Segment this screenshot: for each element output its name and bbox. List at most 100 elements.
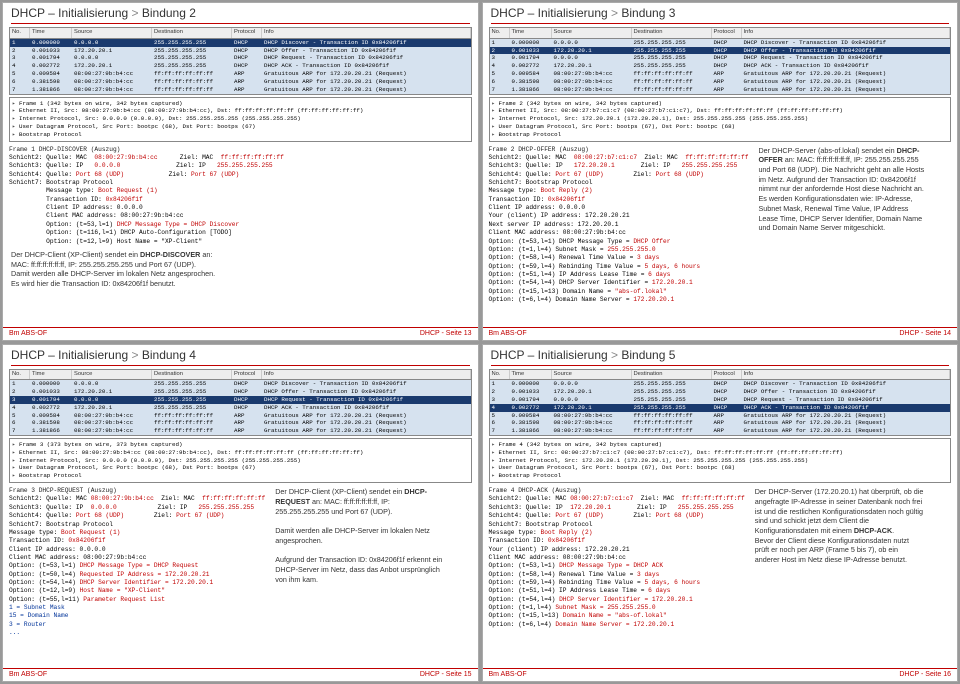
slide-13: DHCP – Initialisierung > Bindung 2 No.Tim… bbox=[2, 2, 479, 341]
frame-analysis: Frame 3 DHCP-REQUEST (Auszug)Schicht2: Q… bbox=[9, 487, 265, 637]
packet-row[interactable]: 60.38159808:00:27:9b:b4:ccff:ff:ff:ff:ff… bbox=[10, 78, 471, 86]
detail-line[interactable]: Ethernet II, Src: 08:00:27:9b:b4:cc (08:… bbox=[12, 107, 469, 115]
packet-row[interactable]: 40.002772172.20.20.1255.255.255.255DHCPD… bbox=[490, 404, 951, 412]
detail-line[interactable]: Internet Protocol, Src: 0.0.0.0 (0.0.0.0… bbox=[12, 457, 469, 465]
detail-line[interactable]: Ethernet II, Src: 08:00:27:b7:c1:c7 (08:… bbox=[492, 107, 949, 115]
packet-row[interactable]: 50.00958408:00:27:9b:b4:ccff:ff:ff:ff:ff… bbox=[10, 412, 471, 420]
detail-line[interactable]: User Datagram Protocol, Src Port: bootps… bbox=[492, 123, 949, 131]
description-text: Der DHCP-Client (XP-Client) sendet ein D… bbox=[11, 250, 470, 289]
packet-capture-table: No.TimeSourceDestinationProtocolInfo10.0… bbox=[489, 369, 952, 437]
packet-capture-table: No.TimeSourceDestinationProtocolInfo10.0… bbox=[489, 27, 952, 95]
packet-row[interactable]: 30.0017940.0.0.0255.255.255.255DHCPDHCP … bbox=[490, 396, 951, 404]
footer-left: Bm ABS-OF bbox=[489, 671, 527, 678]
column-header: Time bbox=[510, 28, 552, 38]
packet-row[interactable]: 40.002772172.20.20.1255.255.255.255DHCPD… bbox=[10, 404, 471, 412]
detail-line[interactable]: Ethernet II, Src: 08:00:27:9b:b4:cc (08:… bbox=[12, 449, 469, 457]
column-header: Info bbox=[262, 370, 471, 380]
packet-row[interactable]: 71.38186608:00:27:9b:b4:ccff:ff:ff:ff:ff… bbox=[10, 86, 471, 94]
footer-page-number: DHCP - Seite 14 bbox=[899, 330, 951, 337]
slide-title: DHCP – Initialisierung > Bindung 2 bbox=[3, 3, 478, 22]
column-header: Destination bbox=[632, 28, 712, 38]
packet-row[interactable]: 10.0000000.0.0.0255.255.255.255DHCPDHCP … bbox=[490, 380, 951, 388]
slide-footer: Bm ABS-OF DHCP - Seite 16 bbox=[483, 668, 958, 681]
packet-row[interactable]: 50.00958408:00:27:9b:b4:ccff:ff:ff:ff:ff… bbox=[10, 70, 471, 78]
packet-details: Frame 1 (342 bytes on wire, 342 bytes ca… bbox=[9, 97, 472, 142]
slide-footer: Bm ABS-OF DHCP - Seite 14 bbox=[483, 327, 958, 340]
detail-line[interactable]: User Datagram Protocol, Src Port: bootps… bbox=[492, 464, 949, 472]
packet-row[interactable]: 20.001033172.20.20.1255.255.255.255DHCPD… bbox=[490, 47, 951, 55]
packet-details: Frame 3 (373 bytes on wire, 373 bytes ca… bbox=[9, 438, 472, 483]
detail-line[interactable]: Bootstrap Protocol bbox=[12, 131, 469, 139]
column-header: Info bbox=[742, 28, 951, 38]
detail-line[interactable]: Internet Protocol, Src: 0.0.0.0 (0.0.0.0… bbox=[12, 115, 469, 123]
frame-analysis: Frame 1 DHCP-DISCOVER (Auszug)Schicht2: … bbox=[9, 146, 472, 246]
packet-row[interactable]: 40.002772172.20.20.1255.255.255.255DHCPD… bbox=[490, 62, 951, 70]
packet-row[interactable]: 71.38186608:00:27:9b:b4:ccff:ff:ff:ff:ff… bbox=[490, 427, 951, 435]
packet-row[interactable]: 20.001033172.20.20.1255.255.255.255DHCPD… bbox=[10, 388, 471, 396]
description-text: Der DHCP-Client (XP-Client) sendet ein D… bbox=[275, 487, 445, 637]
column-header: Protocol bbox=[712, 28, 742, 38]
packet-row[interactable]: 60.38159808:00:27:9b:b4:ccff:ff:ff:ff:ff… bbox=[10, 419, 471, 427]
packet-capture-table: No.TimeSourceDestinationProtocolInfo10.0… bbox=[9, 369, 472, 437]
detail-line[interactable]: User Datagram Protocol, Src Port: bootpc… bbox=[12, 464, 469, 472]
detail-line[interactable]: Internet Protocol, Src: 172.20.20.1 (172… bbox=[492, 115, 949, 123]
slide-title: DHCP – Initialisierung > Bindung 4 bbox=[3, 345, 478, 364]
detail-line[interactable]: Frame 1 (342 bytes on wire, 342 bytes ca… bbox=[12, 100, 469, 108]
packet-row[interactable]: 71.38186608:00:27:9b:b4:ccff:ff:ff:ff:ff… bbox=[10, 427, 471, 435]
column-header: Protocol bbox=[232, 370, 262, 380]
detail-line[interactable]: Frame 2 (342 bytes on wire, 342 bytes ca… bbox=[492, 100, 949, 108]
packet-row[interactable]: 50.00958408:00:27:9b:b4:ccff:ff:ff:ff:ff… bbox=[490, 70, 951, 78]
column-header: Destination bbox=[632, 370, 712, 380]
footer-left: Bm ABS-OF bbox=[9, 330, 47, 337]
column-header: Info bbox=[742, 370, 951, 380]
packet-row[interactable]: 40.002772172.20.20.1255.255.255.255DHCPD… bbox=[10, 62, 471, 70]
detail-line[interactable]: User Datagram Protocol, Src Port: bootpc… bbox=[12, 123, 469, 131]
footer-page-number: DHCP - Seite 16 bbox=[899, 671, 951, 678]
packet-row[interactable]: 20.001033172.20.20.1255.255.255.255DHCPD… bbox=[10, 47, 471, 55]
slide-title: DHCP – Initialisierung > Bindung 5 bbox=[483, 345, 958, 364]
slide-14: DHCP – Initialisierung > Bindung 3No.Tim… bbox=[482, 2, 959, 341]
packet-row[interactable]: 30.0017940.0.0.0255.255.255.255DHCPDHCP … bbox=[490, 54, 951, 62]
detail-line[interactable]: Frame 4 (342 bytes on wire, 342 bytes ca… bbox=[492, 441, 949, 449]
packet-row[interactable]: 10.0000000.0.0.0255.255.255.255DHCPDHCP … bbox=[10, 380, 471, 388]
packet-capture-table: No.TimeSourceDestinationProtocolInfo10.0… bbox=[9, 27, 472, 95]
footer-left: Bm ABS-OF bbox=[489, 330, 527, 337]
column-header: No. bbox=[10, 370, 30, 380]
slide-footer: Bm ABS-OFDHCP - Seite 13 bbox=[3, 327, 478, 340]
packet-row[interactable]: 30.0017940.0.0.0255.255.255.255DHCPDHCP … bbox=[10, 396, 471, 404]
detail-line[interactable]: Bootstrap Protocol bbox=[492, 131, 949, 139]
slide-15: DHCP – Initialisierung > Bindung 4 No.Tim… bbox=[2, 344, 479, 683]
packet-row[interactable]: 10.0000000.0.0.0255.255.255.255DHCPDHCP … bbox=[490, 39, 951, 47]
detail-line[interactable]: Internet Protocol, Src: 172.20.20.1 (172… bbox=[492, 457, 949, 465]
detail-line[interactable]: Frame 3 (373 bytes on wire, 373 bytes ca… bbox=[12, 441, 469, 449]
packet-row[interactable]: 20.001033172.20.20.1255.255.255.255DHCPD… bbox=[490, 388, 951, 396]
packet-row[interactable]: 60.38159808:00:27:9b:b4:ccff:ff:ff:ff:ff… bbox=[490, 419, 951, 427]
packet-row[interactable]: 30.0017940.0.0.0255.255.255.255DHCPDHCP … bbox=[10, 54, 471, 62]
footer-page-number: DHCP - Seite 15 bbox=[420, 671, 472, 678]
frame-analysis: Frame 4 DHCP-ACK (Auszug)Schicht2: Quell… bbox=[489, 487, 745, 629]
column-header: No. bbox=[490, 28, 510, 38]
column-header: Destination bbox=[152, 28, 232, 38]
column-header: Source bbox=[552, 28, 632, 38]
column-header: Destination bbox=[152, 370, 232, 380]
detail-line[interactable]: Bootstrap Protocol bbox=[12, 472, 469, 480]
column-header: Protocol bbox=[712, 370, 742, 380]
column-header: No. bbox=[490, 370, 510, 380]
detail-line[interactable]: Ethernet II, Src: 08:00:27:b7:c1:c7 (08:… bbox=[492, 449, 949, 457]
column-header: No. bbox=[10, 28, 30, 38]
packet-row[interactable]: 60.38159808:00:27:9b:b4:ccff:ff:ff:ff:ff… bbox=[490, 78, 951, 86]
column-header: Source bbox=[552, 370, 632, 380]
packet-details: Frame 4 (342 bytes on wire, 342 bytes ca… bbox=[489, 438, 952, 483]
packet-row[interactable]: 10.0000000.0.0.0255.255.255.255DHCPDHCP … bbox=[10, 39, 471, 47]
column-header: Protocol bbox=[232, 28, 262, 38]
packet-row[interactable]: 50.00958408:00:27:9b:b4:ccff:ff:ff:ff:ff… bbox=[490, 412, 951, 420]
column-header: Time bbox=[510, 370, 552, 380]
footer-left: Bm ABS-OF bbox=[9, 671, 47, 678]
slide-footer: Bm ABS-OF DHCP - Seite 15 bbox=[3, 668, 478, 681]
detail-line[interactable]: Bootstrap Protocol bbox=[492, 472, 949, 480]
column-header: Time bbox=[30, 370, 72, 380]
column-header: Time bbox=[30, 28, 72, 38]
frame-analysis: Frame 2 DHCP-OFFER (Auszug)Schicht2: Que… bbox=[489, 146, 749, 305]
packet-row[interactable]: 71.38186608:00:27:9b:b4:ccff:ff:ff:ff:ff… bbox=[490, 86, 951, 94]
column-header: Info bbox=[262, 28, 471, 38]
